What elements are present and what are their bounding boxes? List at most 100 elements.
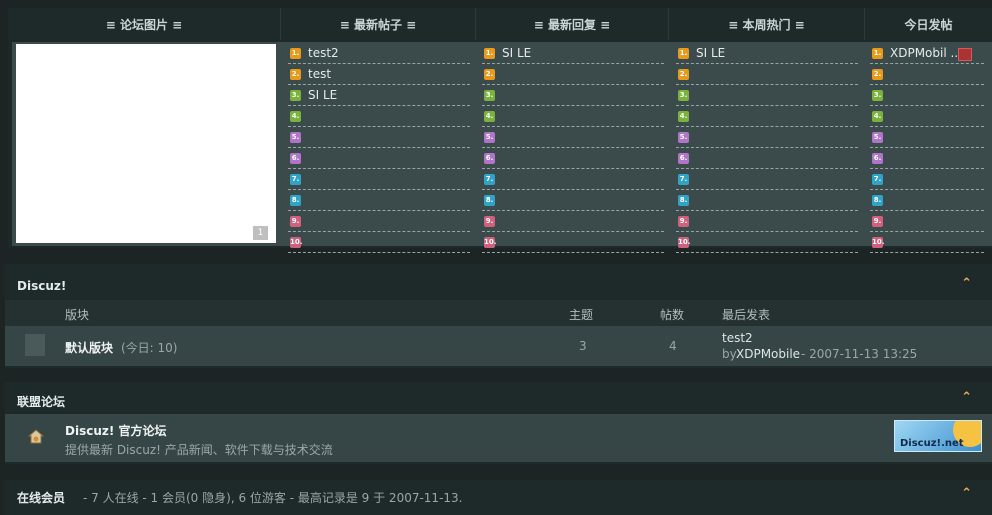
- tab-weekly-hot[interactable]: ≡ 本周热门 ≡: [669, 8, 865, 40]
- newest-reply-link[interactable]: SI LE: [502, 46, 531, 60]
- weekly-hot-row: 5.: [676, 128, 858, 148]
- rank-number-icon: 9.: [484, 216, 495, 227]
- online-title[interactable]: 在线会员: [17, 489, 65, 506]
- last-post-title-link[interactable]: test2: [722, 331, 753, 345]
- newest-reply-row: 6.: [482, 149, 664, 169]
- collapse-icon[interactable]: ⌃: [961, 390, 972, 405]
- newest-post-link[interactable]: test: [308, 67, 331, 81]
- union-forums-section: 联盟论坛 ⌃ Discuz! 官方论坛 提供最新 Discuz! 产品新闻、软件…: [5, 382, 992, 464]
- rank-number-icon: 9.: [290, 216, 301, 227]
- rank-number-icon: 3.: [872, 90, 883, 101]
- newest-post-row: 9.: [288, 212, 470, 232]
- rank-number-icon: 7.: [678, 174, 689, 185]
- weekly-hot-row: 2.: [676, 65, 858, 85]
- weekly-hot-row: 9.: [676, 212, 858, 232]
- today-post-row: 8.: [870, 191, 984, 211]
- rank-number-icon: 6.: [290, 153, 301, 164]
- today-post-row: 2.: [870, 65, 984, 85]
- newest-post-link[interactable]: SI LE: [308, 88, 337, 102]
- online-stats: - 7 人在线 - 1 会员(0 隐身), 6 位游客 - 最高记录是 9 于 …: [83, 491, 463, 505]
- weekly-hot-list: 1. SI LE 2. 3. 4. 5. 6. 7. 8. 9. 10.: [676, 44, 858, 254]
- forum-thread-count: 3: [579, 339, 587, 353]
- forum-category-discuz: Discuz! ⌃ 版块 主题 帖数 最后发表 默认版块 (今日: 10) 3 …: [5, 264, 992, 368]
- rank-number-icon: 10.: [872, 237, 885, 248]
- newest-post-row: 4.: [288, 107, 470, 127]
- newest-posts-list: 1. test2 2. test 3. SI LE 4. 5. 6. 7. 8. 9. 10.: [288, 44, 470, 254]
- newest-reply-row: 5.: [482, 128, 664, 148]
- hot-block-header: ≡ 论坛图片 ≡ ≡ 最新帖子 ≡ ≡ 最新回复 ≡ ≡ 本周热门 ≡ 今日发帖: [8, 8, 992, 40]
- rank-number-icon: 6.: [484, 153, 495, 164]
- forum-picture-slideshow[interactable]: 1: [16, 44, 276, 243]
- hot-block: ≡ 论坛图片 ≡ ≡ 最新帖子 ≡ ≡ 最新回复 ≡ ≡ 本周热门 ≡ 今日发帖…: [8, 8, 992, 253]
- rank-number-icon: 1.: [872, 48, 883, 59]
- rank-number-icon: 2.: [290, 69, 301, 80]
- rank-number-icon: 8.: [872, 195, 883, 206]
- hot-block-body: 1 1. test2 2. test 3. SI LE 4. 5. 6. 7. 8. 9. 10. 1.…: [12, 42, 992, 253]
- rank-number-icon: 2.: [678, 69, 689, 80]
- weekly-hot-link[interactable]: SI LE: [696, 46, 725, 60]
- forum-folder-icon: [25, 334, 45, 356]
- newest-reply-row: 9.: [482, 212, 664, 232]
- slideshow-page-button[interactable]: 1: [253, 226, 268, 240]
- category-title[interactable]: Discuz!: [17, 279, 66, 293]
- newest-replies-list: 1. SI LE 2. 3. 4. 5. 6. 7. 8. 9. 10.: [482, 44, 664, 254]
- union-forum-name-link[interactable]: Discuz! 官方论坛: [65, 422, 167, 439]
- online-members-section: 在线会员 - 7 人在线 - 1 会员(0 隐身), 6 位游客 - 最高记录是…: [5, 480, 992, 515]
- weekly-hot-row: 1. SI LE: [676, 44, 858, 64]
- collapse-icon[interactable]: ⌃: [961, 486, 972, 501]
- rank-number-icon: 7.: [872, 174, 883, 185]
- rank-number-icon: 9.: [872, 216, 883, 227]
- weekly-hot-row: 10.: [676, 233, 858, 253]
- new-badge-icon: [958, 48, 972, 61]
- forum-name-link[interactable]: 默认版块: [65, 339, 113, 356]
- rank-number-icon: 5.: [872, 132, 883, 143]
- newest-post-row: 1. test2: [288, 44, 470, 64]
- rank-number-icon: 4.: [484, 111, 495, 122]
- discuz-net-logo[interactable]: Discuz!.net: [894, 420, 982, 452]
- today-post-row: 10.: [870, 233, 984, 253]
- rank-number-icon: 1.: [290, 48, 301, 59]
- rank-number-icon: 10.: [290, 237, 303, 248]
- rank-number-icon: 6.: [872, 153, 883, 164]
- weekly-hot-row: 4.: [676, 107, 858, 127]
- rank-number-icon: 2.: [872, 69, 883, 80]
- collapse-icon[interactable]: ⌃: [961, 276, 972, 291]
- newest-post-row: 8.: [288, 191, 470, 211]
- last-post-by: by: [722, 347, 737, 361]
- rank-number-icon: 10.: [678, 237, 691, 248]
- today-posts-list: 1. XDPMobil ... 2. 3. 4. 5. 6. 7. 8. 9. 10.: [870, 44, 984, 254]
- union-title[interactable]: 联盟论坛: [17, 393, 65, 410]
- rank-number-icon: 4.: [678, 111, 689, 122]
- tab-forum-pictures[interactable]: ≡ 论坛图片 ≡: [8, 8, 281, 40]
- forum-post-count: 4: [669, 339, 677, 353]
- last-post-time: - 2007-11-13 13:25: [801, 347, 918, 361]
- weekly-hot-row: 6.: [676, 149, 858, 169]
- newest-reply-row: 2.: [482, 65, 664, 85]
- forum-table-header: 版块 主题 帖数 最后发表: [5, 300, 992, 326]
- rank-number-icon: 3.: [678, 90, 689, 101]
- tab-newest-posts[interactable]: ≡ 最新帖子 ≡: [281, 8, 476, 40]
- union-forum-row: Discuz! 官方论坛 提供最新 Discuz! 产品新闻、软件下载与技术交流…: [5, 414, 992, 462]
- newest-post-row: 3. SI LE: [288, 86, 470, 106]
- rank-number-icon: 5.: [678, 132, 689, 143]
- logo-text: Discuz!.net: [900, 438, 964, 449]
- newest-post-link[interactable]: test2: [308, 46, 339, 60]
- today-post-row: 3.: [870, 86, 984, 106]
- column-last-post: 最后发表: [722, 308, 771, 322]
- today-post-link[interactable]: XDPMobil ...: [890, 46, 962, 60]
- newest-post-row: 5.: [288, 128, 470, 148]
- rank-number-icon: 3.: [290, 90, 301, 101]
- forum-today-count: (今日: 10): [121, 341, 178, 355]
- column-threads: 主题: [569, 308, 594, 322]
- last-post-user-link[interactable]: XDPMobile: [736, 347, 800, 361]
- tab-today-posts[interactable]: 今日发帖: [865, 8, 992, 40]
- newest-reply-row: 3.: [482, 86, 664, 106]
- rank-number-icon: 4.: [872, 111, 883, 122]
- rank-number-icon: 3.: [484, 90, 495, 101]
- newest-post-row: 10.: [288, 233, 470, 253]
- today-post-row: 4.: [870, 107, 984, 127]
- today-post-row: 6.: [870, 149, 984, 169]
- weekly-hot-row: 3.: [676, 86, 858, 106]
- newest-reply-row: 10.: [482, 233, 664, 253]
- tab-newest-replies[interactable]: ≡ 最新回复 ≡: [476, 8, 669, 40]
